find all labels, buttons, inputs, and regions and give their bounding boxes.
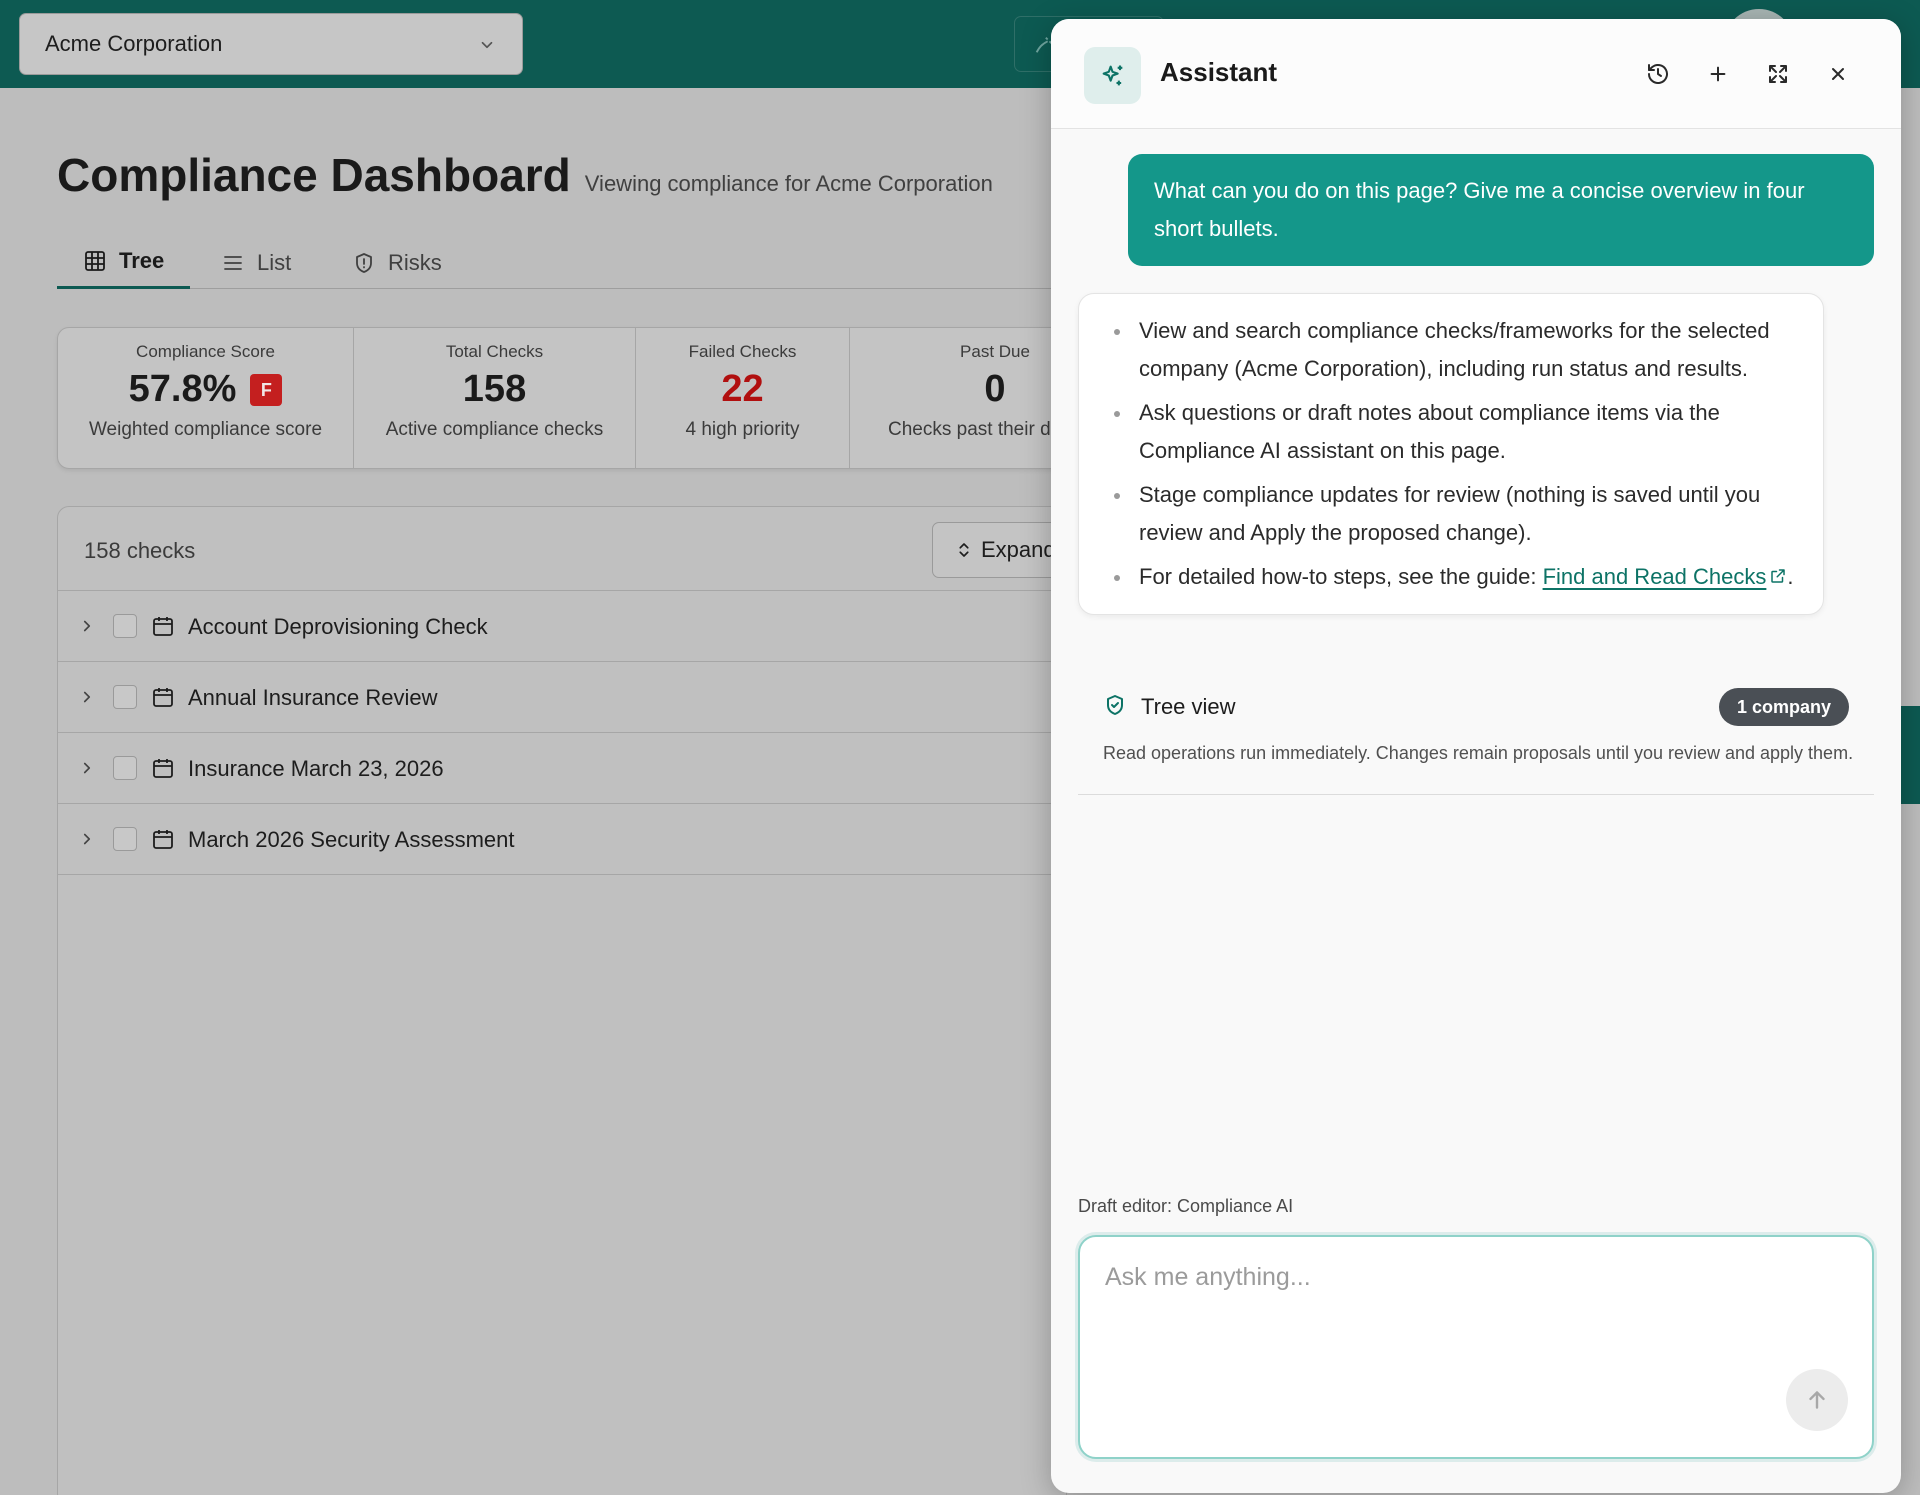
assistant-logo xyxy=(1084,47,1141,104)
check-name: Insurance March 23, 2026 xyxy=(188,756,444,781)
page-header: Compliance Dashboard Viewing compliance … xyxy=(57,148,993,202)
stat-label: Total Checks xyxy=(445,342,544,361)
compliance-score-value: 57.8% xyxy=(128,368,237,410)
guide-link-text: Find and Read Checks xyxy=(1542,564,1767,589)
history-icon xyxy=(1648,64,1668,84)
expand-button[interactable]: Expand xyxy=(932,522,1066,578)
row-checkbox[interactable] xyxy=(113,827,137,851)
new-chat-button[interactable] xyxy=(1703,59,1733,89)
assistant-message: View and search compliance checks/framew… xyxy=(1078,293,1824,615)
bullet-item: View and search compliance checks/framew… xyxy=(1109,312,1797,388)
chevrons-up-down-icon xyxy=(959,543,969,557)
assistant-panel: Assistant What can you do on this page? … xyxy=(1051,19,1901,1493)
sparkles-icon xyxy=(1102,65,1122,85)
shield-check-icon xyxy=(1107,695,1123,715)
check-name: March 2026 Security Assessment xyxy=(188,827,515,852)
stat-label: Failed Checks xyxy=(688,342,797,361)
stat-compliance-score: Compliance Score 57.8% F Weighted compli… xyxy=(58,328,354,468)
checks-count: 158 checks xyxy=(84,538,196,563)
close-button[interactable] xyxy=(1823,59,1853,89)
draft-editor-label: Draft editor: Compliance AI xyxy=(1078,1196,1294,1216)
guide-prefix: For detailed how-to steps, see the guide… xyxy=(1139,564,1543,589)
bullet-item: Stage compliance updates for review (not… xyxy=(1109,476,1797,552)
stat-value: 22 xyxy=(721,368,764,410)
shield-alert-icon xyxy=(356,252,372,273)
checks-panel: 158 checks Expand Account Deprovisioning… xyxy=(57,506,1067,1495)
page-title: Compliance Dashboard xyxy=(57,149,571,201)
stat-desc: Active compliance checks xyxy=(385,419,604,440)
chevron-right-icon[interactable] xyxy=(78,759,96,777)
chevron-down-icon xyxy=(481,41,493,49)
stat-desc: Checks past their du xyxy=(888,419,1062,440)
stat-value: 158 xyxy=(462,368,527,410)
chevron-right-icon[interactable] xyxy=(78,688,96,706)
stat-value: 57.8% F xyxy=(58,368,353,411)
page-subtitle: Viewing compliance for Acme Corporation xyxy=(584,171,993,196)
stat-label: Past Due xyxy=(960,342,1030,361)
stat-desc: 4 high priority xyxy=(685,419,800,440)
grade-badge: F xyxy=(250,373,283,406)
chevron-right-icon[interactable] xyxy=(78,830,96,848)
checks-header: 158 checks Expand xyxy=(58,507,1066,591)
tree-view-context: Tree view 1 company Read operations run … xyxy=(1078,659,1874,795)
message-composer xyxy=(1078,1235,1874,1459)
tree-view-label: Tree view xyxy=(1141,694,1236,719)
expand-panel-button[interactable] xyxy=(1763,59,1793,89)
view-tabs: Tree List Risks xyxy=(57,236,1057,289)
check-row[interactable]: Account Deprovisioning Check xyxy=(58,591,1066,662)
tree-view-note: Read operations run immediately. Changes… xyxy=(1103,743,1854,763)
stat-label: Compliance Score xyxy=(136,342,275,361)
calendar-icon xyxy=(153,759,173,778)
expand-icon xyxy=(1769,65,1787,83)
tab-tree-label: Tree xyxy=(119,248,165,273)
tab-tree[interactable]: Tree xyxy=(57,236,191,289)
stat-value: 0 xyxy=(984,368,1006,410)
company-select-value: Acme Corporation xyxy=(45,31,223,56)
stat-past-due: Past Due 0 Checks past their du xyxy=(850,328,1066,468)
row-checkbox[interactable] xyxy=(113,614,137,638)
stat-failed-checks: Failed Checks 22 4 high priority xyxy=(636,328,850,468)
expand-label: Expand xyxy=(981,537,1056,562)
check-row[interactable]: Insurance March 23, 2026 xyxy=(58,733,1066,804)
check-row[interactable]: March 2026 Security Assessment xyxy=(58,804,1066,875)
calendar-icon xyxy=(153,830,173,849)
close-icon xyxy=(1832,68,1844,80)
tab-risks-label: Risks xyxy=(388,249,442,275)
company-select[interactable]: Acme Corporation xyxy=(19,13,523,75)
bullet-item: For detailed how-to steps, see the guide… xyxy=(1109,558,1797,596)
history-button[interactable] xyxy=(1643,59,1673,89)
check-name: Account Deprovisioning Check xyxy=(188,614,488,639)
assistant-title: Assistant xyxy=(1160,57,1278,87)
tab-list-label: List xyxy=(257,249,292,275)
tab-risks[interactable]: Risks xyxy=(352,236,442,289)
calendar-icon xyxy=(153,617,173,636)
assistant-bullets: View and search compliance checks/framew… xyxy=(1109,312,1797,596)
assistant-header: Assistant xyxy=(1051,19,1901,129)
check-row[interactable]: Annual Insurance Review xyxy=(58,662,1066,733)
stat-desc: Weighted compliance score xyxy=(88,419,323,440)
company-count-badge: 1 company xyxy=(1718,688,1849,726)
stats-row: Compliance Score 57.8% F Weighted compli… xyxy=(57,327,1067,469)
external-link-icon xyxy=(1771,569,1786,583)
row-checkbox[interactable] xyxy=(113,685,137,709)
check-name: Annual Insurance Review xyxy=(188,685,438,710)
user-message: What can you do on this page? Give me a … xyxy=(1128,154,1874,266)
tab-list[interactable]: List xyxy=(221,236,291,289)
guide-link[interactable]: Find and Read Checks xyxy=(1543,564,1788,589)
row-checkbox[interactable] xyxy=(113,756,137,780)
bullet-item: Ask questions or draft notes about compl… xyxy=(1109,394,1797,470)
grid-icon xyxy=(85,251,105,271)
arrow-up-icon xyxy=(1809,1391,1825,1409)
chevron-right-icon[interactable] xyxy=(78,617,96,635)
send-button[interactable] xyxy=(1786,1369,1848,1431)
calendar-icon xyxy=(153,688,173,707)
list-icon xyxy=(224,255,242,270)
message-input[interactable] xyxy=(1105,1263,1825,1373)
stat-total-checks: Total Checks 158 Active compliance check… xyxy=(354,328,636,468)
guide-suffix: . xyxy=(1787,564,1794,589)
plus-icon xyxy=(1710,66,1726,82)
